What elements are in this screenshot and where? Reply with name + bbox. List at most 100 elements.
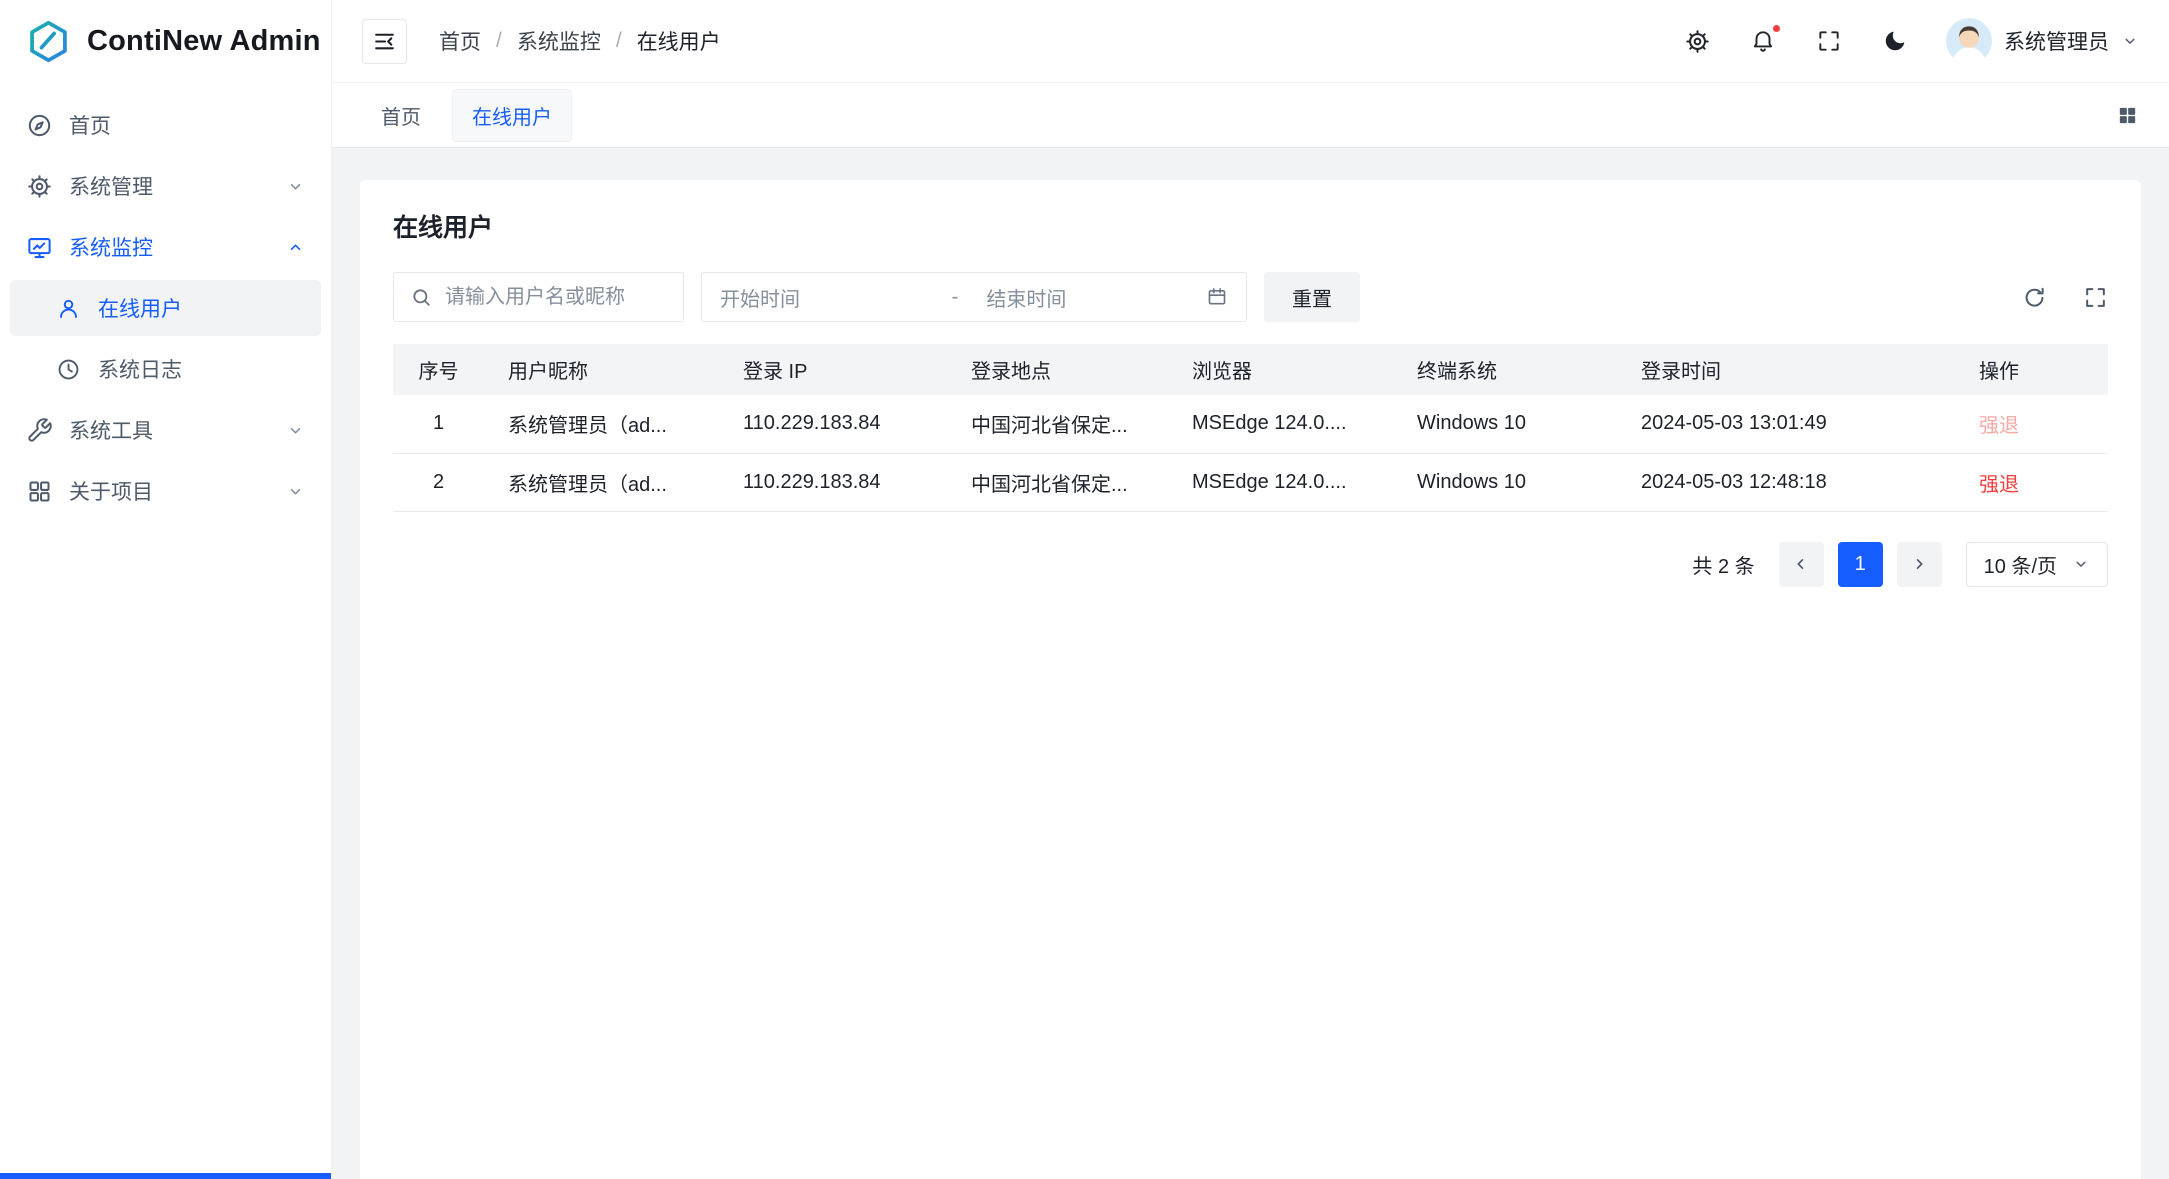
sidebar-item-system-management[interactable]: 系统管理: [10, 158, 321, 214]
bell-icon[interactable]: [1748, 26, 1778, 56]
pagination-prev-button[interactable]: [1779, 542, 1824, 587]
sidebar-item-label: 系统管理: [69, 171, 286, 201]
column-header-os: 终端系统: [1393, 344, 1617, 395]
content-area: 在线用户 开始时间 - 结束时间: [332, 148, 2169, 1179]
sidebar-item-system-tools[interactable]: 系统工具: [10, 402, 321, 458]
calendar-icon: [1206, 286, 1228, 308]
header-actions: 系统管理员: [1682, 18, 2139, 64]
cell-login-time: 2024-05-03 13:01:49: [1617, 395, 1955, 453]
sidebar-item-label: 在线用户: [98, 293, 305, 323]
grid-icon[interactable]: [2116, 104, 2139, 127]
cell-nickname: 系统管理员（ad...: [484, 395, 719, 453]
column-header-browser: 浏览器: [1168, 344, 1393, 395]
pagination-page-1[interactable]: 1: [1838, 542, 1883, 587]
breadcrumb-item[interactable]: 首页: [439, 26, 481, 56]
continew-logo-icon: [26, 19, 71, 64]
pagination-total: 共 2 条: [1692, 550, 1754, 579]
moon-icon[interactable]: [1880, 26, 1910, 56]
apps-icon: [26, 478, 53, 505]
column-header-location: 登录地点: [947, 344, 1168, 395]
chevron-up-icon: [286, 238, 305, 257]
pagination: 共 2 条 1 10 条/页: [393, 542, 2108, 587]
cell-os: Windows 10: [1393, 453, 1617, 511]
sidebar-item-home[interactable]: 首页: [10, 97, 321, 153]
pagination-next-button[interactable]: [1897, 542, 1942, 587]
sidebar-item-label: 首页: [69, 110, 305, 140]
breadcrumb-item[interactable]: 系统监控: [517, 26, 601, 56]
sidebar-menu: 首页 系统管理 系统监控: [0, 83, 331, 519]
page-size-select[interactable]: 10 条/页: [1966, 542, 2108, 587]
tab-online-users[interactable]: 在线用户: [452, 89, 572, 142]
chevron-down-icon: [2072, 555, 2090, 573]
notification-badge-dot: [1771, 23, 1782, 34]
fullscreen-icon[interactable]: [1814, 26, 1844, 56]
online-users-card: 在线用户 开始时间 - 结束时间: [360, 180, 2141, 1179]
sidebar-item-system-monitor[interactable]: 系统监控: [10, 219, 321, 275]
cell-browser: MSEdge 124.0....: [1168, 395, 1393, 453]
cell-index: 2: [393, 453, 484, 511]
search-icon: [410, 286, 433, 309]
column-header-actions: 操作: [1955, 344, 2108, 395]
column-header-nickname: 用户昵称: [484, 344, 719, 395]
top-header: 首页 / 系统监控 / 在线用户: [332, 0, 2169, 83]
monitor-icon: [26, 234, 53, 261]
sidebar-item-label: 关于项目: [69, 476, 286, 506]
user-name: 系统管理员: [2004, 26, 2109, 56]
sidebar-item-label: 系统日志: [98, 354, 305, 384]
user-menu[interactable]: 系统管理员: [1946, 18, 2139, 64]
sidebar: ContiNew Admin 首页 系统管理: [0, 0, 332, 1179]
compass-icon: [26, 112, 53, 139]
cell-browser: MSEdge 124.0....: [1168, 453, 1393, 511]
reset-button[interactable]: 重置: [1264, 272, 1360, 322]
cell-location: 中国河北省保定...: [947, 395, 1168, 453]
user-icon: [55, 295, 82, 322]
table-actions: [2022, 285, 2108, 310]
table-header-row: 序号 用户昵称 登录 IP 登录地点 浏览器 终端系统 登录时间 操作: [393, 344, 2108, 395]
tab-bar: 首页 在线用户: [332, 83, 2169, 148]
column-header-login-time: 登录时间: [1617, 344, 1955, 395]
avatar: [1946, 18, 1992, 64]
app-logo[interactable]: ContiNew Admin: [0, 0, 331, 83]
chevron-down-icon: [286, 177, 305, 196]
sidebar-item-label: 系统工具: [69, 415, 286, 445]
online-users-table: 序号 用户昵称 登录 IP 登录地点 浏览器 终端系统 登录时间 操作: [393, 344, 2108, 512]
refresh-icon[interactable]: [2022, 285, 2047, 310]
toolbar: 开始时间 - 结束时间 重置: [393, 272, 2108, 322]
cell-os: Windows 10: [1393, 395, 1617, 453]
chevron-left-icon: [1791, 554, 1811, 574]
settings-icon[interactable]: [1682, 26, 1712, 56]
sidebar-item-about-project[interactable]: 关于项目: [10, 463, 321, 519]
date-range-picker[interactable]: 开始时间 - 结束时间: [701, 272, 1247, 322]
column-header-index: 序号: [393, 344, 484, 395]
app-title: ContiNew Admin: [87, 25, 321, 58]
sidebar-item-system-logs[interactable]: 系统日志: [10, 341, 321, 397]
sidebar-item-label: 系统监控: [69, 232, 286, 262]
cell-ip: 110.229.183.84: [719, 453, 947, 511]
menu-fold-icon: [372, 29, 397, 54]
cell-location: 中国河北省保定...: [947, 453, 1168, 511]
breadcrumb-separator: /: [616, 29, 622, 53]
clock-icon: [55, 356, 82, 383]
date-end-placeholder: 结束时间: [970, 283, 1206, 312]
table-row: 1 系统管理员（ad... 110.229.183.84 中国河北省保定... …: [393, 395, 2108, 453]
sidebar-item-online-users[interactable]: 在线用户: [10, 280, 321, 336]
force-logout-button[interactable]: 强退: [1979, 415, 2019, 437]
sidebar-bottom-accent: [0, 1173, 331, 1179]
chevron-right-icon: [1909, 554, 1929, 574]
page-title: 在线用户: [393, 208, 2108, 244]
tool-icon: [26, 417, 53, 444]
breadcrumb-separator: /: [496, 29, 502, 53]
breadcrumb-item-current: 在线用户: [637, 26, 721, 56]
app-layout: ContiNew Admin 首页 系统管理: [0, 0, 2169, 1179]
tab-home[interactable]: 首页: [362, 90, 440, 141]
expand-icon[interactable]: [2083, 285, 2108, 310]
cell-login-time: 2024-05-03 12:48:18: [1617, 453, 1955, 511]
search-text-field[interactable]: [445, 286, 667, 309]
search-input[interactable]: [393, 272, 684, 322]
date-range-separator: -: [940, 286, 971, 309]
page-size-value: 10 条/页: [1984, 550, 2057, 579]
sidebar-collapse-button[interactable]: [362, 19, 407, 64]
gear-icon: [26, 173, 53, 200]
cell-index: 1: [393, 395, 484, 453]
force-logout-button[interactable]: 强退: [1979, 474, 2019, 496]
